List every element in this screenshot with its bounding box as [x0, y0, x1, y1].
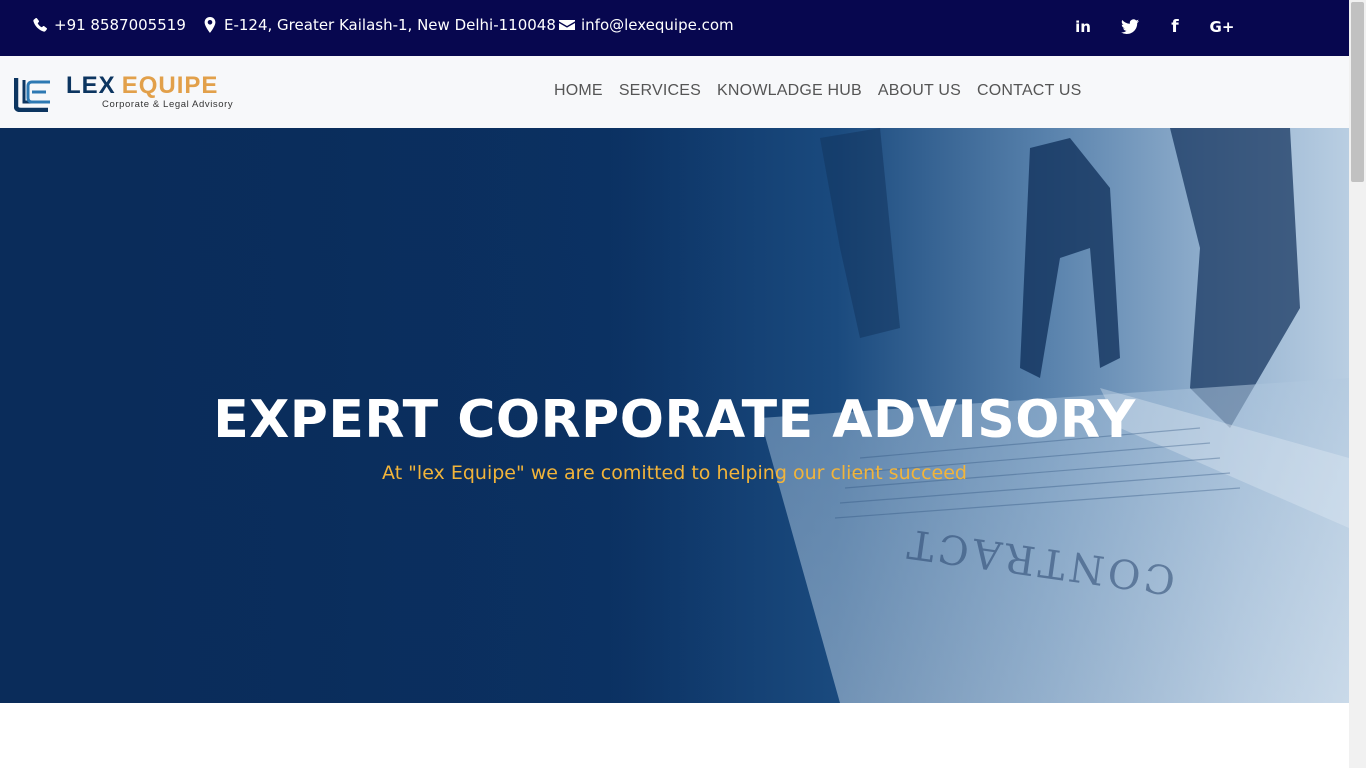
address-text: E-124, Greater Kailash-1, New Delhi-1100… [224, 16, 556, 34]
facebook-link[interactable]: f [1163, 15, 1187, 39]
nav-item-services[interactable]: SERVICES [619, 82, 701, 100]
page: +91 8587005519 E-124, Greater Kailash-1,… [0, 0, 1349, 768]
twitter-icon [1121, 19, 1139, 35]
email-address: info@lexequipe.com [581, 16, 734, 34]
hero-title: EXPERT CORPORATE ADVISORY [213, 390, 1136, 450]
nav-item-knowledge-hub[interactable]: KNOWLADGE HUB [717, 82, 862, 100]
top-contact-bar: +91 8587005519 E-124, Greater Kailash-1,… [0, 0, 1349, 56]
primary-nav: HOME SERVICES KNOWLADGE HUB ABOUT US CON… [554, 82, 1098, 100]
brand-tagline: Corporate & Legal Advisory [102, 99, 234, 110]
phone-number: +91 8587005519 [54, 16, 186, 34]
linkedin-icon: in [1075, 18, 1091, 36]
nav-item-home[interactable]: HOME [554, 82, 603, 100]
email-contact[interactable]: info@lexequipe.com [559, 0, 734, 50]
vertical-scrollbar[interactable] [1349, 0, 1366, 768]
logo-mark-icon [14, 78, 50, 112]
scrollbar-thumb[interactable] [1351, 2, 1364, 182]
twitter-link[interactable] [1118, 15, 1142, 39]
hero-banner: CONTRACT EXPERT CORPORATE ADVISORY At "l… [0, 128, 1349, 703]
phone-icon [33, 17, 48, 32]
map-marker-icon [204, 17, 216, 33]
main-navbar: LEX EQUIPE Corporate & Legal Advisory HOM… [0, 56, 1349, 128]
brand-name-lex: LEX [66, 72, 116, 99]
nav-item-about-us[interactable]: ABOUT US [878, 82, 961, 100]
facebook-icon: f [1171, 17, 1179, 37]
nav-item-contact-us[interactable]: CONTACT US [977, 82, 1082, 100]
brand-name-equipe: EQUIPE [121, 72, 219, 99]
brand-name: LEX EQUIPE [66, 72, 218, 100]
hero-subtitle: At "lex Equipe" we are comitted to helpi… [382, 462, 967, 484]
phone-contact[interactable]: +91 8587005519 [32, 0, 186, 50]
linkedin-link[interactable]: in [1071, 15, 1095, 39]
google-plus-link[interactable]: G+ [1209, 15, 1235, 39]
brand-logo[interactable]: LEX EQUIPE Corporate & Legal Advisory [14, 72, 234, 114]
envelope-icon [559, 20, 575, 30]
google-plus-icon: G+ [1209, 18, 1235, 36]
address-contact: E-124, Greater Kailash-1, New Delhi-1100… [202, 0, 556, 50]
